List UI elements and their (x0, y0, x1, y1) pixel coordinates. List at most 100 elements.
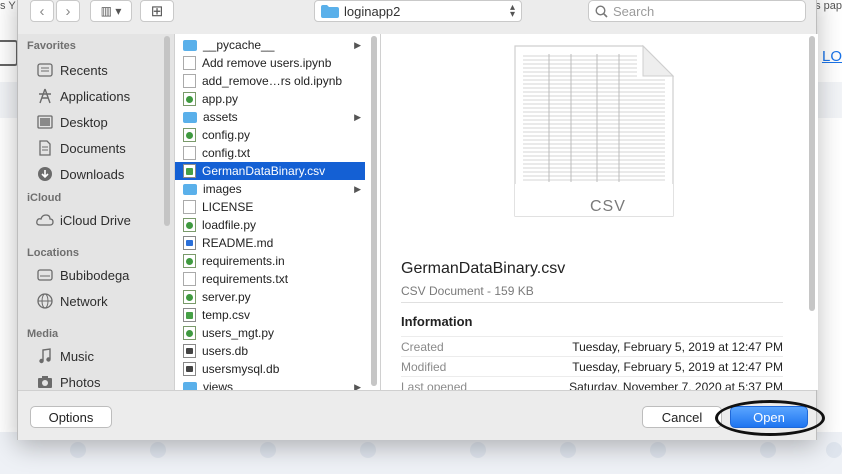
preview-pane: CSV GermanDataBinary.csv CSV Document - … (380, 34, 818, 390)
sidebar-item-label: Network (60, 293, 108, 309)
updown-chevron-icon: ▴ ▾ (509, 2, 515, 20)
preview-row-value: Tuesday, February 5, 2019 at 12:47 PM (572, 340, 783, 354)
sidebar-item-label: Music (60, 348, 94, 364)
sidebar-section-locations: Locations (27, 247, 79, 259)
file-row[interactable]: app.py (175, 90, 365, 108)
file-name: add_remove…rs old.ipynb (202, 74, 343, 88)
file-row[interactable]: config.txt (175, 144, 365, 162)
csv-file-icon (183, 308, 196, 322)
sidebar-item-label: Desktop (60, 114, 108, 130)
file-row[interactable]: users.db (175, 342, 365, 360)
file-row[interactable]: views ▶ (175, 378, 365, 390)
sidebar-section-media: Media (27, 328, 59, 340)
file-row[interactable]: __pycache__ ▶ (175, 36, 365, 54)
sidebar-item-downloads[interactable]: Downloads (36, 164, 124, 184)
file-row[interactable]: GermanDataBinary.csv (175, 162, 365, 180)
file-name: requirements.in (202, 254, 285, 268)
cloud-icon (36, 212, 54, 228)
sidebar-item-applications[interactable]: Applications (36, 86, 130, 106)
sidebar-item-desktop[interactable]: Desktop (36, 112, 108, 132)
search-field[interactable]: Search (588, 0, 806, 22)
sidebar-section-icloud: iCloud (27, 192, 62, 204)
preview-row-last-opened: Last opened Saturday, November 7, 2020 a… (401, 376, 783, 390)
downloads-icon (36, 166, 54, 182)
document-icon (183, 200, 196, 214)
file-name: users.db (202, 344, 249, 358)
options-button[interactable]: Options (30, 406, 112, 428)
documents-icon (36, 140, 54, 156)
sidebar-item-documents[interactable]: Documents (36, 138, 126, 158)
sidebar-item-label: Bubibodega (60, 267, 130, 283)
view-mode-button[interactable]: ▥ ▾ (90, 0, 132, 22)
file-row[interactable]: LICENSE (175, 198, 365, 216)
file-name: temp.csv (202, 308, 251, 322)
file-row[interactable]: images ▶ (175, 180, 365, 198)
preview-file-kind: CSV Document - 159 KB (401, 284, 534, 298)
file-name: assets (203, 110, 238, 124)
preview-row-modified: Modified Tuesday, February 5, 2019 at 12… (401, 356, 783, 374)
csv-document-thumbnail (514, 44, 675, 217)
highlight-circle-annotation (715, 400, 825, 436)
disk-icon (36, 267, 54, 283)
file-row[interactable]: README.md (175, 234, 365, 252)
file-row[interactable]: temp.csv (175, 306, 365, 324)
sidebar-item-bubibodega[interactable]: Bubibodega (36, 265, 129, 285)
disclosure-arrow-icon: ▶ (354, 111, 361, 122)
file-row[interactable]: add_remove…rs old.ipynb (175, 72, 365, 90)
music-icon (36, 348, 54, 364)
sidebar-section-favorites: Favorites (27, 40, 76, 52)
file-name: __pycache__ (203, 38, 275, 52)
background-link[interactable]: LO (822, 48, 842, 65)
disclosure-arrow-icon: ▶ (354, 183, 361, 194)
disclosure-arrow-icon: ▶ (354, 39, 361, 50)
preview-row-created: Created Tuesday, February 5, 2019 at 12:… (401, 336, 783, 354)
sidebar-item-icloud-drive[interactable]: iCloud Drive (36, 210, 131, 230)
preview-divider (401, 302, 783, 303)
search-icon (595, 4, 608, 18)
cancel-button[interactable]: Cancel (642, 406, 722, 428)
preview-row-key: Created (401, 340, 444, 354)
file-name: views (203, 380, 234, 390)
back-button[interactable]: ‹ (30, 0, 54, 22)
sidebar: Favorites Recents Applications Desktop D… (18, 34, 174, 390)
sidebar-scrollbar[interactable] (164, 36, 170, 226)
sidebar-item-recents[interactable]: Recents (36, 60, 108, 80)
file-name: server.py (202, 290, 251, 304)
document-icon (183, 74, 196, 88)
file-row[interactable]: server.py (175, 288, 365, 306)
file-row[interactable]: requirements.txt (175, 270, 365, 288)
columns-view-icon: ▥ ▾ (100, 4, 122, 18)
sidebar-item-music[interactable]: Music (36, 346, 94, 366)
file-list-scroll-thumb[interactable] (371, 36, 377, 386)
markdown-file-icon (183, 236, 196, 250)
file-row[interactable]: config.py (175, 126, 365, 144)
file-name: Add remove users.ipynb (202, 56, 332, 70)
forward-button[interactable]: › (56, 0, 80, 22)
file-name: images (203, 182, 242, 196)
preview-row-key: Last opened (401, 380, 468, 390)
python-file-icon (183, 92, 196, 106)
sidebar-item-label: Recents (60, 62, 108, 78)
file-row[interactable]: usersmysql.db (175, 360, 365, 378)
file-row[interactable]: users_mgt.py (175, 324, 365, 342)
file-row[interactable]: requirements.in (175, 252, 365, 270)
folder-icon (321, 4, 339, 18)
file-row[interactable]: Add remove users.ipynb (175, 54, 365, 72)
python-file-icon (183, 218, 196, 232)
sidebar-item-network[interactable]: Network (36, 291, 108, 311)
sidebar-item-label: Photos (60, 374, 101, 390)
path-popup[interactable]: loginapp2 ▴ ▾ (314, 0, 522, 22)
document-icon (183, 272, 196, 286)
file-list-column: __pycache__ ▶ Add remove users.ipynb add_re… (174, 34, 380, 390)
file-row[interactable]: loadfile.py (175, 216, 365, 234)
preview-scrollbar[interactable] (809, 36, 815, 311)
new-folder-button[interactable]: ⊞ (140, 0, 174, 22)
new-folder-icon: ⊞ (150, 3, 164, 20)
sidebar-item-photos[interactable]: Photos (36, 372, 100, 390)
desktop-icon (36, 114, 54, 130)
file-list-scrollbar[interactable] (371, 36, 377, 386)
search-placeholder: Search (613, 3, 655, 19)
folder-icon (183, 111, 197, 123)
preview-row-key: Modified (401, 360, 447, 374)
file-row[interactable]: assets ▶ (175, 108, 365, 126)
